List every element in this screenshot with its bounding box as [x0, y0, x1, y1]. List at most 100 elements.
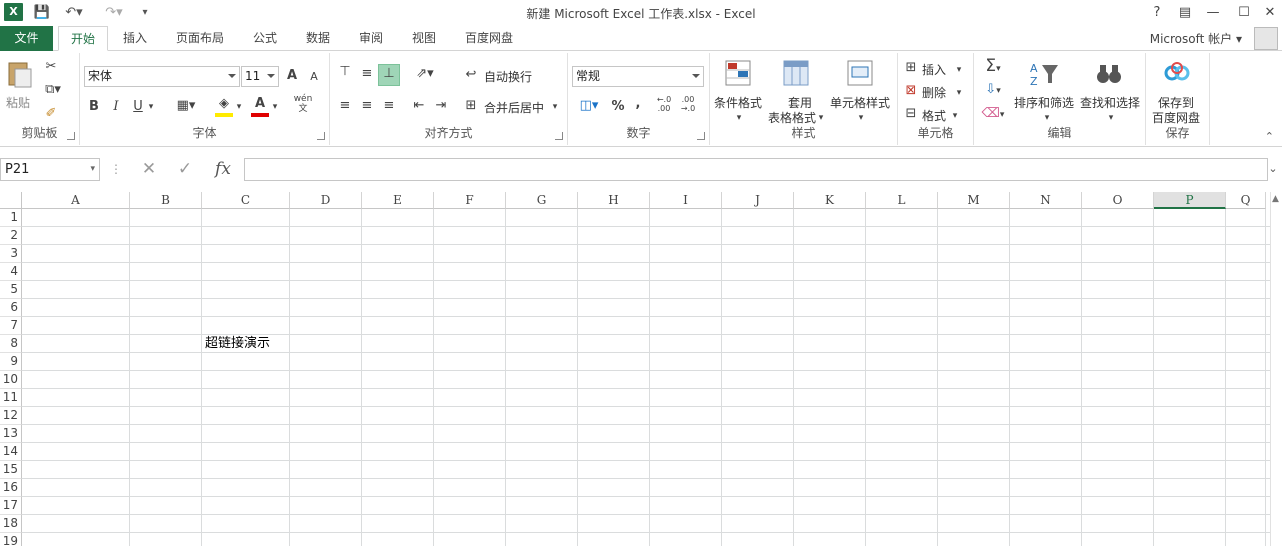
- row-header-17[interactable]: 17: [0, 497, 22, 515]
- merge-center-button[interactable]: 合并后居中: [484, 99, 544, 116]
- clipboard-launcher-icon[interactable]: [67, 132, 75, 140]
- row-header-9[interactable]: 9: [0, 353, 22, 371]
- close-icon[interactable]: ✕: [1256, 2, 1282, 24]
- tab-data[interactable]: 数据: [296, 26, 340, 51]
- column-header-k[interactable]: K: [794, 192, 866, 209]
- accounting-format-icon[interactable]: ◫▾: [574, 97, 604, 115]
- row-header-5[interactable]: 5: [0, 281, 22, 299]
- insert-function-button[interactable]: fx: [210, 158, 236, 181]
- vertical-scrollbar[interactable]: ▲: [1270, 192, 1282, 546]
- help-button[interactable]: ?: [1143, 2, 1171, 24]
- number-format-select[interactable]: 常规: [572, 66, 704, 87]
- row-header-1[interactable]: 1: [0, 209, 22, 227]
- insert-cells-icon[interactable]: ⊞: [902, 59, 920, 77]
- tab-file[interactable]: 文件: [0, 26, 53, 51]
- underline-button[interactable]: U: [130, 98, 146, 116]
- font-launcher-icon[interactable]: [317, 132, 325, 140]
- column-header-q[interactable]: Q: [1226, 192, 1266, 209]
- underline-dropdown-icon[interactable]: ▾: [146, 98, 156, 116]
- row-header-16[interactable]: 16: [0, 479, 22, 497]
- delete-dropdown-icon[interactable]: ▾: [954, 84, 964, 102]
- avatar[interactable]: [1254, 27, 1278, 50]
- comma-button[interactable]: ,: [632, 95, 644, 113]
- row-header-14[interactable]: 14: [0, 443, 22, 461]
- copy-icon[interactable]: ⧉▾: [42, 81, 64, 99]
- paste-label[interactable]: 粘贴: [6, 94, 30, 111]
- name-box[interactable]: P21 ▾: [0, 158, 100, 181]
- find-select-icon[interactable]: [1094, 59, 1126, 89]
- fill-color-icon[interactable]: ◈: [215, 95, 233, 117]
- column-header-i[interactable]: I: [650, 192, 722, 209]
- merge-dropdown-icon[interactable]: ▾: [550, 98, 560, 116]
- column-header-d[interactable]: D: [290, 192, 362, 209]
- minimize-icon[interactable]: —: [1199, 2, 1227, 24]
- select-all-corner[interactable]: [0, 192, 22, 209]
- column-header-m[interactable]: M: [938, 192, 1010, 209]
- row-header-12[interactable]: 12: [0, 407, 22, 425]
- row-header-15[interactable]: 15: [0, 461, 22, 479]
- paste-icon[interactable]: [4, 59, 36, 89]
- cancel-icon[interactable]: ✕: [134, 158, 164, 181]
- formula-bar-handle-icon[interactable]: ⋮: [110, 158, 122, 181]
- phonetic-guide-button[interactable]: wén 文: [290, 94, 316, 114]
- format-cells-icon[interactable]: ⊟: [902, 105, 920, 123]
- shrink-font-button[interactable]: A: [306, 68, 322, 86]
- italic-button[interactable]: I: [108, 98, 124, 116]
- formula-input[interactable]: [244, 158, 1268, 181]
- insert-cells-button[interactable]: 插入: [922, 61, 946, 78]
- border-icon[interactable]: ▦▾: [172, 97, 200, 115]
- merge-center-icon[interactable]: ⊞: [462, 97, 480, 115]
- number-launcher-icon[interactable]: [697, 132, 705, 140]
- column-header-h[interactable]: H: [578, 192, 650, 209]
- cut-icon[interactable]: ✂: [42, 58, 60, 76]
- maximize-icon[interactable]: ☐: [1230, 2, 1258, 24]
- align-left-icon[interactable]: ≡: [336, 97, 354, 115]
- clear-icon[interactable]: ⌫▾: [978, 105, 1008, 124]
- increase-decimal-button[interactable]: ←.0 .00: [654, 95, 674, 113]
- format-dropdown-icon[interactable]: ▾: [950, 107, 960, 125]
- wrap-text-button[interactable]: 自动换行: [484, 68, 532, 85]
- tab-insert[interactable]: 插入: [112, 26, 158, 51]
- tab-baidu-netdisk[interactable]: 百度网盘: [455, 26, 523, 51]
- cell-c8[interactable]: 超链接演示: [205, 335, 270, 353]
- align-top-icon[interactable]: ⊤: [336, 63, 354, 81]
- expand-formula-bar-icon[interactable]: ⌄: [1266, 158, 1280, 181]
- sort-filter-icon[interactable]: AZ: [1028, 59, 1060, 89]
- row-header-7[interactable]: 7: [0, 317, 22, 335]
- bold-button[interactable]: B: [86, 98, 102, 116]
- row-header-3[interactable]: 3: [0, 245, 22, 263]
- column-header-j[interactable]: J: [722, 192, 794, 209]
- format-table-icon[interactable]: [782, 59, 814, 89]
- format-painter-icon[interactable]: ✐: [42, 105, 60, 123]
- align-right-icon[interactable]: ≡: [380, 97, 398, 115]
- column-header-l[interactable]: L: [866, 192, 938, 209]
- column-header-n[interactable]: N: [1010, 192, 1082, 209]
- align-bottom-icon[interactable]: ⊥: [378, 64, 400, 86]
- decrease-indent-icon[interactable]: ⇤: [410, 97, 428, 115]
- column-header-p[interactable]: P: [1154, 192, 1226, 209]
- row-header-4[interactable]: 4: [0, 263, 22, 281]
- font-family-select[interactable]: 宋体: [84, 66, 240, 87]
- insert-dropdown-icon[interactable]: ▾: [954, 61, 964, 79]
- delete-cells-icon[interactable]: ⊠: [902, 82, 920, 100]
- row-header-19[interactable]: 19: [0, 533, 22, 546]
- percent-button[interactable]: %: [610, 98, 626, 116]
- fill-color-dropdown-icon[interactable]: ▾: [234, 98, 244, 116]
- delete-cells-button[interactable]: 删除: [922, 84, 946, 101]
- column-header-g[interactable]: G: [506, 192, 578, 209]
- row-header-11[interactable]: 11: [0, 389, 22, 407]
- format-cells-button[interactable]: 格式: [922, 107, 946, 124]
- enter-icon[interactable]: ✓: [170, 158, 200, 181]
- font-color-dropdown-icon[interactable]: ▾: [270, 98, 280, 116]
- column-header-f[interactable]: F: [434, 192, 506, 209]
- tab-home[interactable]: 开始: [58, 26, 108, 51]
- orientation-icon[interactable]: ⇗▾: [410, 65, 440, 83]
- row-header-18[interactable]: 18: [0, 515, 22, 533]
- font-color-button[interactable]: A: [251, 95, 269, 117]
- column-header-a[interactable]: A: [22, 192, 130, 209]
- cell-styles-icon[interactable]: [846, 59, 878, 89]
- align-middle-icon[interactable]: ≡: [358, 65, 376, 83]
- row-header-6[interactable]: 6: [0, 299, 22, 317]
- column-header-c[interactable]: C: [202, 192, 290, 209]
- column-header-e[interactable]: E: [362, 192, 434, 209]
